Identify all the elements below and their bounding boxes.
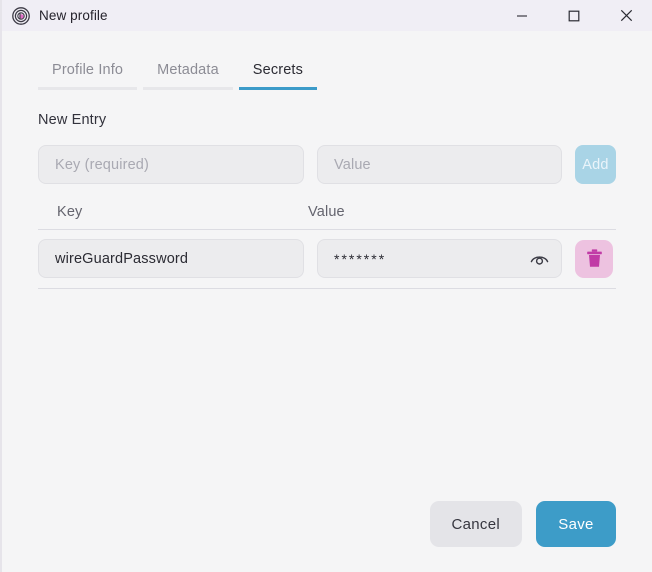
close-icon <box>620 9 632 22</box>
new-entry-value-placeholder: Value <box>334 156 371 173</box>
maximize-button[interactable] <box>548 0 600 31</box>
tab-secrets[interactable]: Secrets <box>238 58 318 90</box>
tab-metadata-label: Metadata <box>157 62 219 78</box>
trash-icon <box>586 249 602 267</box>
table-row: wireGuardPassword ******* <box>38 230 616 289</box>
secrets-table: Key Value wireGuardPassword ******* <box>38 204 616 289</box>
dialog-footer: Cancel Save <box>38 501 616 572</box>
minimize-icon <box>517 14 527 17</box>
minimize-button[interactable] <box>496 0 548 31</box>
tab-metadata[interactable]: Metadata <box>143 58 233 90</box>
column-header-key: Key <box>57 204 83 220</box>
eye-icon <box>530 255 548 265</box>
new-entry-value-input[interactable]: Value <box>317 145 562 184</box>
add-entry-button[interactable]: Add <box>575 145 616 184</box>
app-logo-icon <box>12 6 30 25</box>
secrets-table-header: Key Value <box>38 204 616 230</box>
window-title: New profile <box>39 8 108 23</box>
tab-bar: Profile Info Metadata Secrets <box>38 58 616 90</box>
window-controls <box>496 0 652 31</box>
title-bar: New profile <box>2 0 652 31</box>
tab-secrets-label: Secrets <box>252 62 304 78</box>
secret-key-input[interactable]: wireGuardPassword <box>38 239 304 278</box>
save-button[interactable]: Save <box>536 501 616 547</box>
new-entry-key-input[interactable]: Key (required) <box>38 145 304 184</box>
new-entry-key-placeholder: Key (required) <box>55 156 149 173</box>
secret-value-input[interactable]: ******* <box>317 239 562 278</box>
close-button[interactable] <box>600 0 652 31</box>
new-entry-heading: New Entry <box>38 112 107 128</box>
tab-profile-info-label: Profile Info <box>52 62 124 78</box>
column-header-value: Value <box>308 204 345 220</box>
tab-profile-info[interactable]: Profile Info <box>38 58 138 90</box>
new-profile-dialog: New profile Profile Info Metadata Secret… <box>0 0 652 572</box>
secret-value-masked: ******* <box>334 250 387 267</box>
maximize-icon <box>568 10 580 21</box>
reveal-secret-button[interactable] <box>528 248 550 270</box>
new-entry-row: Key (required) Value Add <box>38 145 616 184</box>
delete-secret-button[interactable] <box>575 239 613 278</box>
dialog-content: Profile Info Metadata Secrets New Entry … <box>2 31 652 572</box>
secret-key-value: wireGuardPassword <box>55 250 189 267</box>
cancel-button[interactable]: Cancel <box>429 501 522 547</box>
